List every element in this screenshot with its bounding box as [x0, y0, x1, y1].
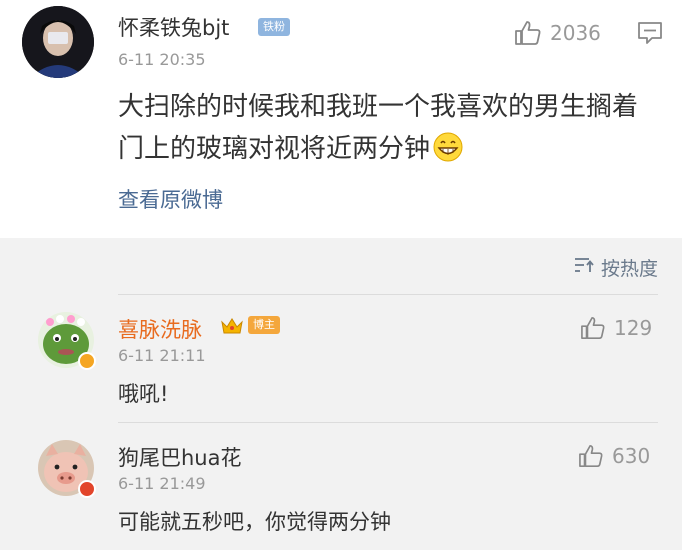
- post-author-name[interactable]: 怀柔铁兔bjt: [118, 12, 229, 42]
- sort-label: 按热度: [600, 258, 658, 280]
- sort-icon: [573, 256, 595, 279]
- comment-time: 6-11 21:11: [118, 346, 206, 365]
- comment-username[interactable]: 狗尾巴hua花: [118, 442, 242, 472]
- weibo-post: 怀柔铁兔bjt 铁粉 6-11 20:35 2036 大扫除的时候我和我班一个我…: [0, 0, 682, 238]
- crown-icon: [220, 316, 244, 340]
- view-original-link[interactable]: 查看原微博: [118, 184, 223, 214]
- comment-text: 哦吼!: [118, 382, 169, 406]
- fan-badge: 铁粉: [258, 18, 290, 36]
- divider: [118, 294, 658, 295]
- divider: [118, 422, 658, 423]
- post-content: 大扫除的时候我和我班一个我喜欢的男生搁着门上的玻璃对视将近两分钟: [118, 86, 658, 176]
- comment-icon[interactable]: [636, 19, 664, 51]
- comment-username[interactable]: 喜脉洗脉: [118, 314, 202, 344]
- comments-section: 按热度 喜脉洗脉 博主 6-11 21:11 129 哦吼! 狗尾巴hua花 6…: [0, 238, 682, 550]
- thumbs-up-icon: [580, 316, 606, 340]
- post-time: 6-11 20:35: [118, 50, 206, 69]
- comment-like-button[interactable]: 630: [578, 444, 650, 468]
- blogger-badge: 博主: [248, 316, 280, 334]
- thumbs-up-icon: [514, 20, 542, 46]
- post-like-button[interactable]: 2036: [514, 20, 601, 46]
- comment-like-button[interactable]: 129: [580, 316, 652, 340]
- post-author-avatar[interactable]: [22, 6, 94, 78]
- post-text: 大扫除的时候我和我班一个我喜欢的男生搁着门上的玻璃对视将近两分钟: [118, 92, 639, 164]
- thumbs-up-icon: [578, 444, 604, 468]
- verified-badge-icon: [78, 352, 96, 370]
- comment-time: 6-11 21:49: [118, 474, 206, 493]
- post-like-count: 2036: [550, 21, 601, 45]
- comment-text: 可能就五秒吧，你觉得两分钟: [118, 510, 391, 534]
- comment-like-count: 630: [612, 444, 651, 468]
- grinning-emoji-icon: [432, 131, 464, 176]
- verified-badge-icon: [78, 480, 96, 498]
- comment-like-count: 129: [614, 316, 653, 340]
- sort-by-hot-button[interactable]: 按热度: [573, 254, 658, 281]
